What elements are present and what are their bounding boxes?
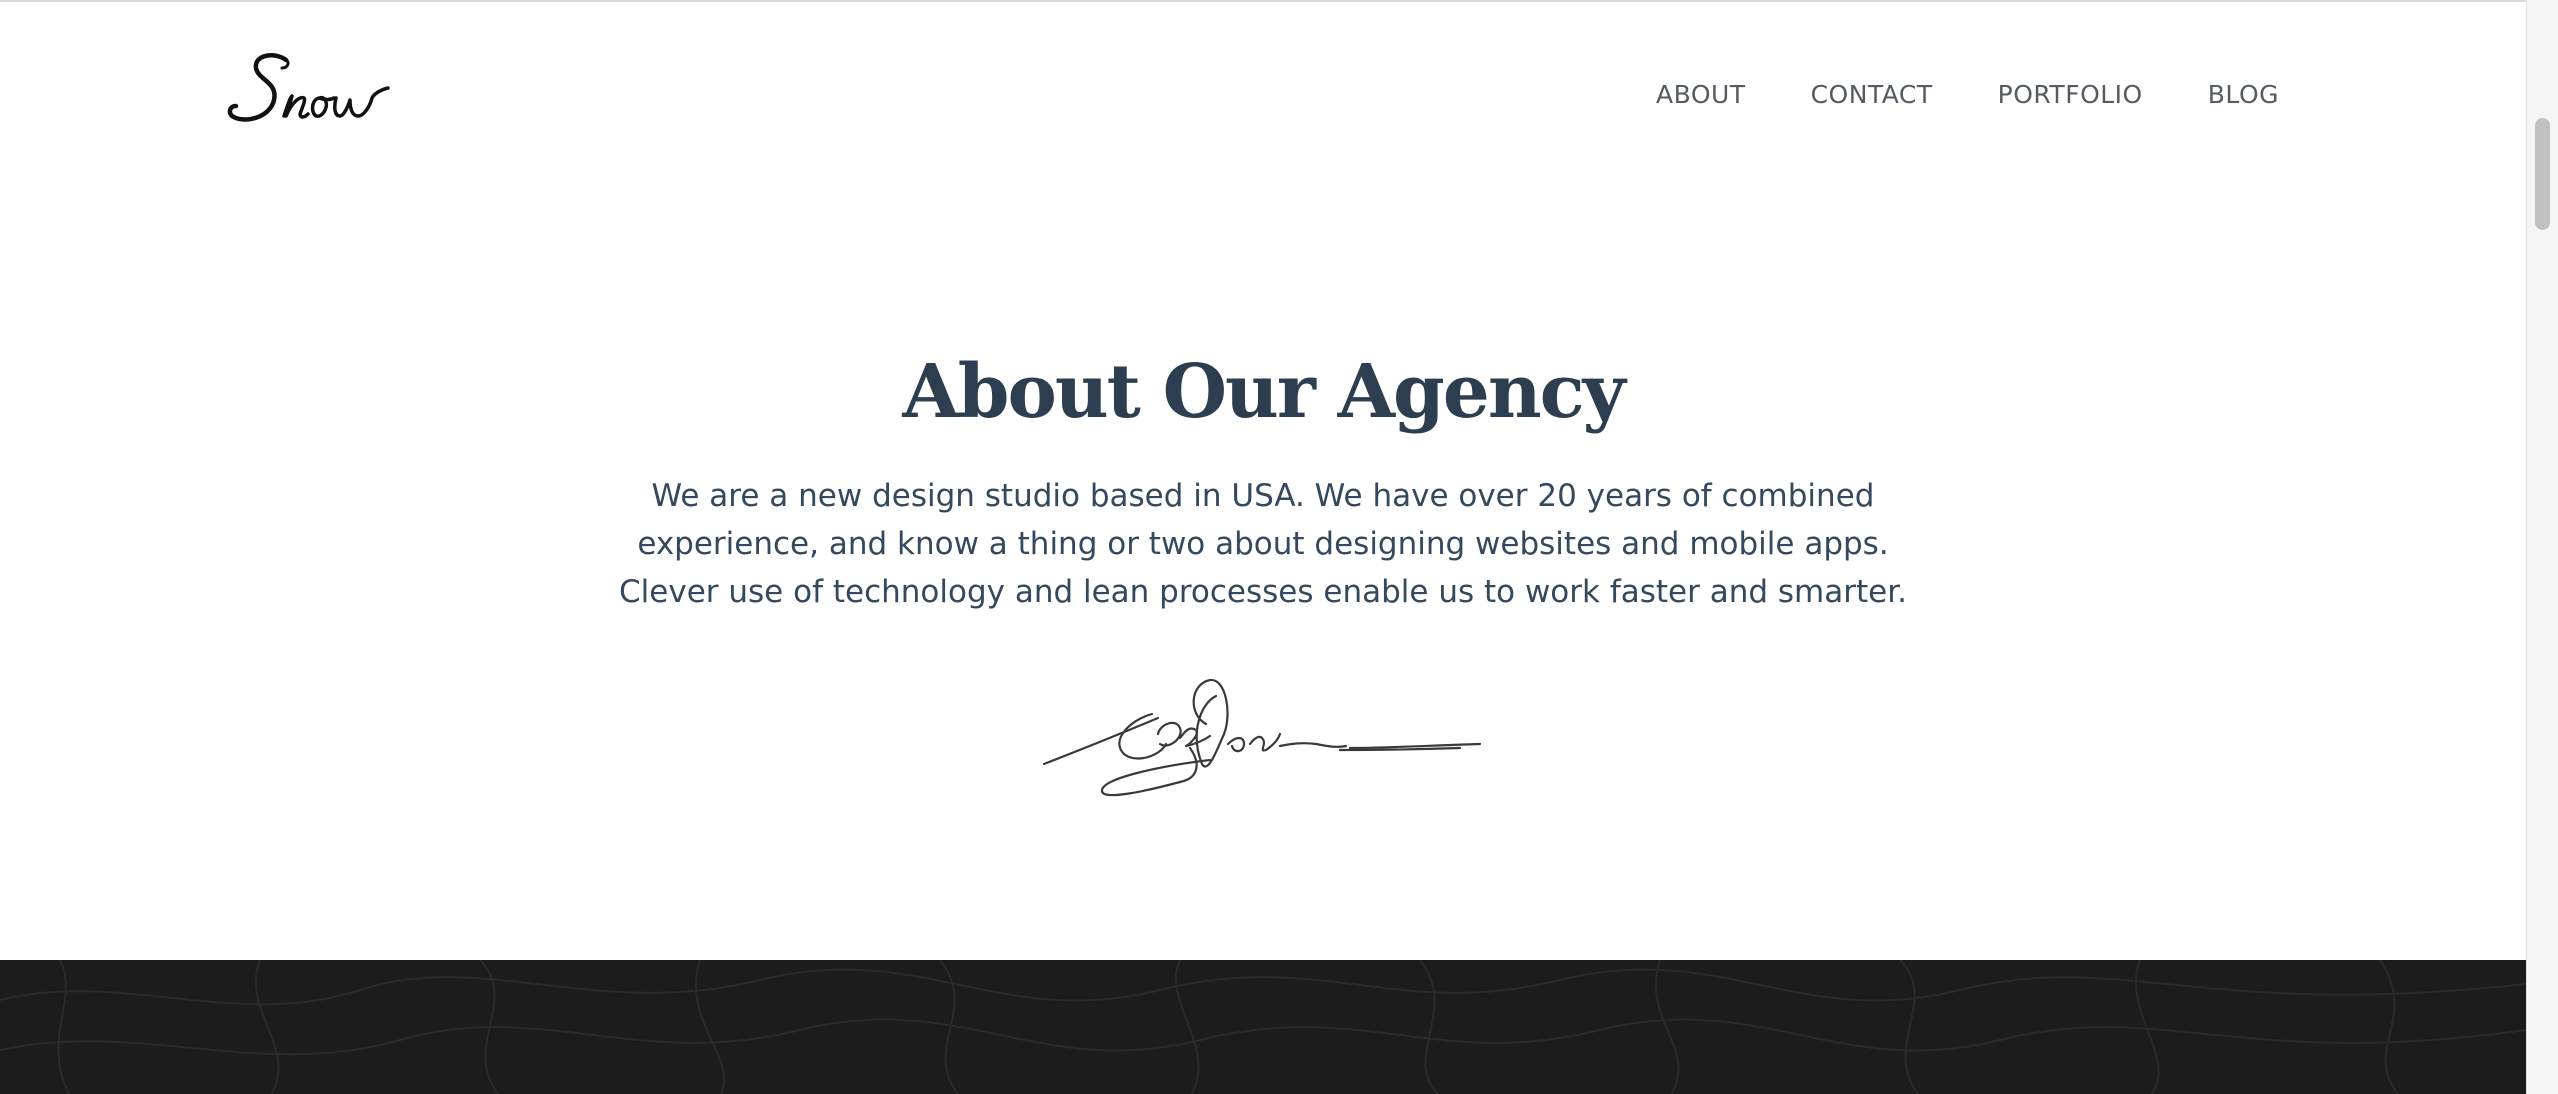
dark-footer-band — [0, 960, 2526, 1094]
scrollbar-thumb[interactable] — [2535, 118, 2550, 230]
page-scrollbar[interactable] — [2526, 0, 2558, 1094]
nav-about-link[interactable]: ABOUT — [1656, 78, 1746, 112]
topographic-pattern — [0, 960, 2526, 1094]
nav-contact-link[interactable]: CONTACT — [1811, 78, 1933, 112]
about-description: We are a new design studio based in USA.… — [619, 478, 1907, 610]
signature-image — [1042, 678, 1482, 797]
logo[interactable] — [224, 46, 400, 136]
browser-viewport: ABOUT CONTACT PORTFOLIO BLOG About Our A… — [0, 0, 2558, 1094]
about-section: About Our Agency We are a new design stu… — [0, 332, 2526, 616]
site-header: ABOUT CONTACT PORTFOLIO BLOG — [0, 2, 2526, 192]
nav-blog-link[interactable]: BLOG — [2208, 78, 2279, 112]
about-title: About Our Agency — [902, 349, 1625, 435]
page: ABOUT CONTACT PORTFOLIO BLOG About Our A… — [0, 0, 2526, 1094]
main-nav: ABOUT CONTACT PORTFOLIO BLOG — [1656, 78, 2279, 112]
nav-portfolio-link[interactable]: PORTFOLIO — [1998, 78, 2143, 112]
